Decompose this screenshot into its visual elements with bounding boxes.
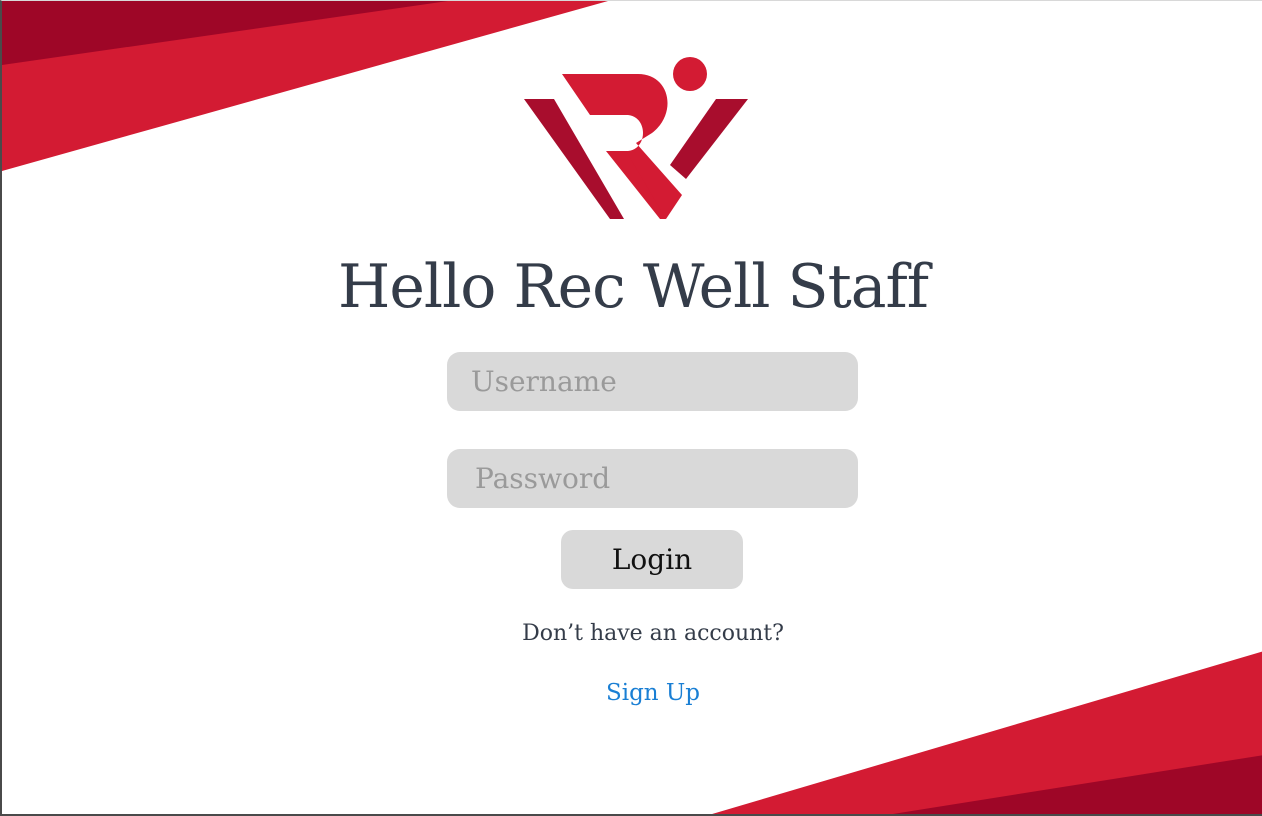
rec-well-logo-icon (524, 57, 748, 219)
page-title: Hello Rec Well Staff (338, 252, 929, 322)
login-button[interactable]: Login (561, 530, 743, 589)
login-page: Hello Rec Well Staff Login Don’t have an… (0, 0, 1262, 816)
no-account-text: Don’t have an account? (522, 621, 784, 646)
username-input[interactable] (447, 352, 858, 411)
password-input[interactable] (447, 449, 858, 508)
sign-up-link[interactable]: Sign Up (2, 680, 1262, 706)
